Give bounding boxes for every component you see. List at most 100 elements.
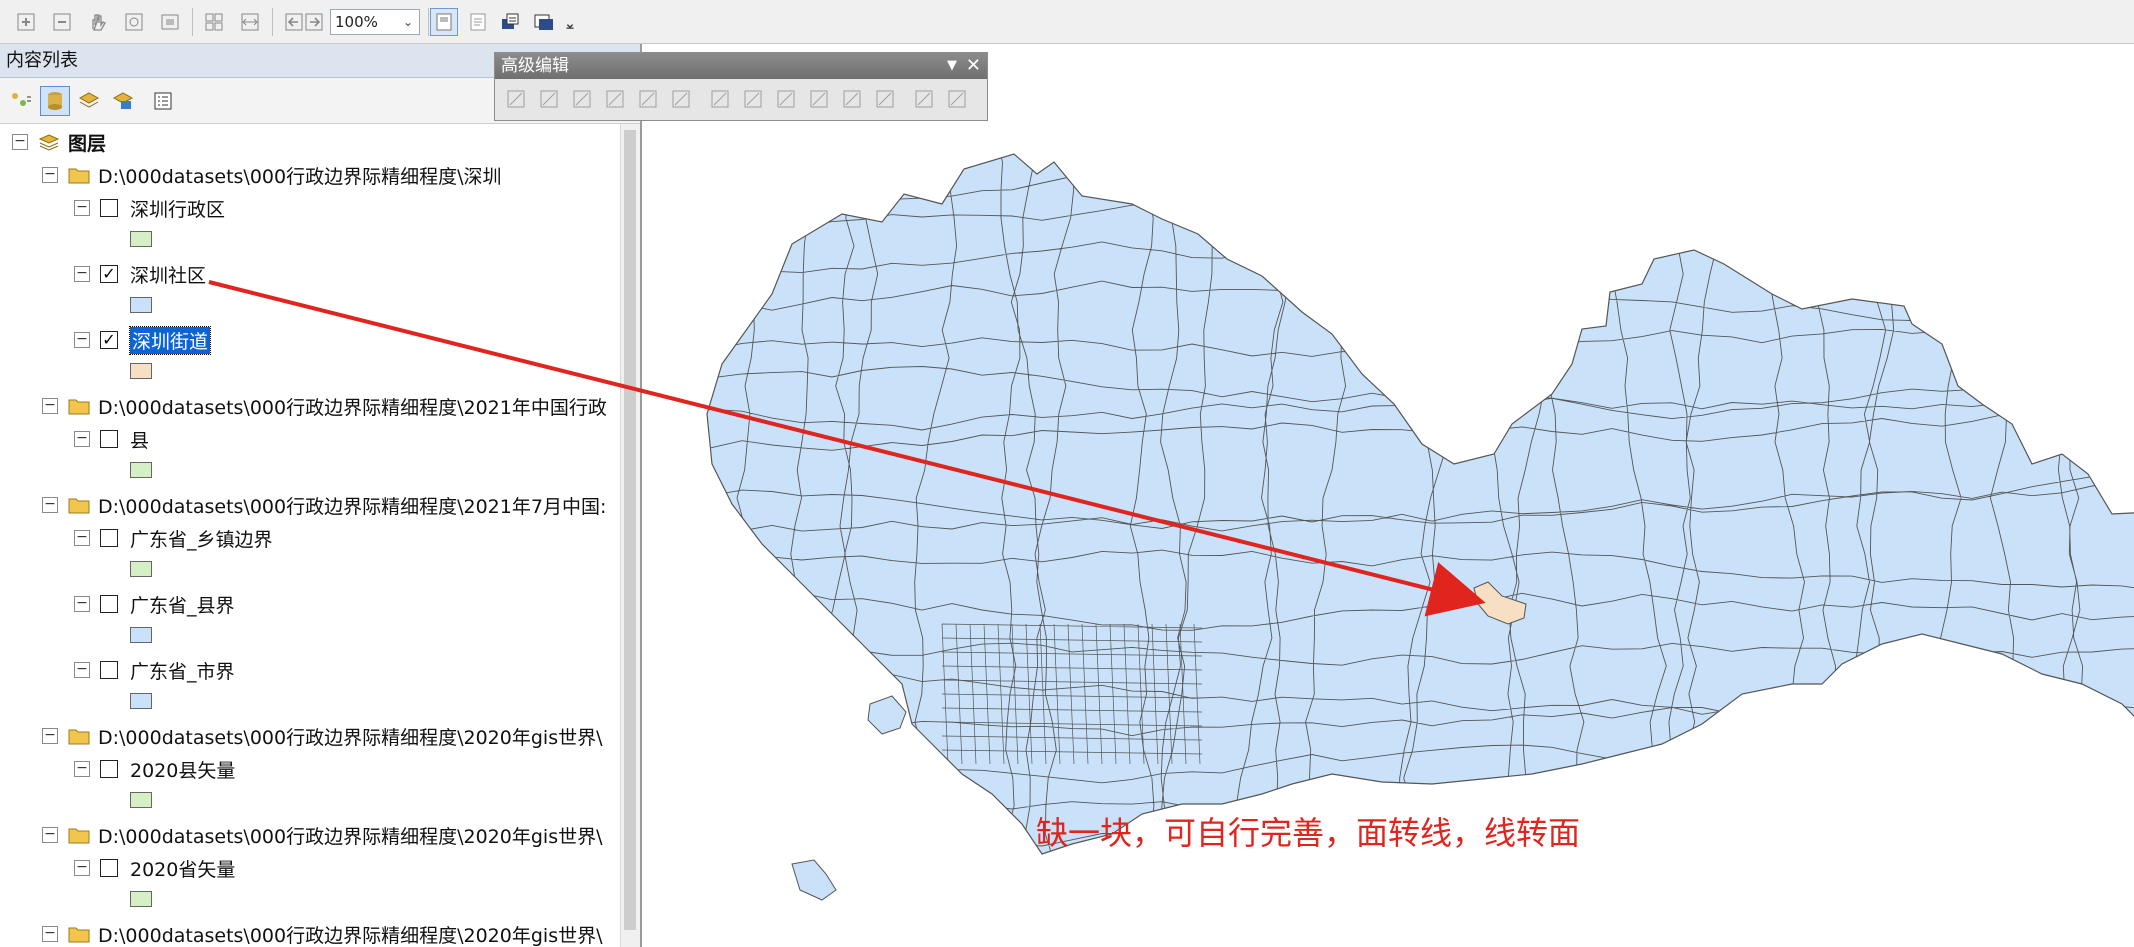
list-by-selection-icon[interactable] [108, 86, 138, 116]
layer-symbol-swatch[interactable] [130, 297, 152, 313]
layout-view-icon[interactable] [430, 8, 458, 36]
layer-name-label[interactable]: 县 [130, 426, 149, 453]
layer-row[interactable]: − ✓ 深圳社区 [74, 260, 206, 288]
layer-group-row[interactable]: − D:\000datasets\000行政边界际精细程度\2021年中国行政 [42, 392, 607, 420]
collapse-icon[interactable]: − [42, 827, 58, 843]
fixed-extent-icon[interactable] [156, 8, 184, 36]
collapse-icon[interactable]: − [74, 200, 90, 216]
list-by-source-icon[interactable] [40, 86, 70, 116]
collapse-icon[interactable]: − [74, 332, 90, 348]
layer-name-label[interactable]: 深圳行政区 [130, 195, 225, 222]
layer-symbol-swatch[interactable] [130, 231, 152, 247]
collapse-icon[interactable]: − [42, 497, 58, 513]
trim-icon[interactable] [602, 86, 628, 112]
layer-visibility-checkbox[interactable] [100, 199, 118, 217]
collapse-icon[interactable]: − [74, 596, 90, 612]
layer-row[interactable]: − 广东省_市界 [74, 656, 235, 684]
layer-name-label[interactable]: 广东省_市界 [130, 657, 235, 684]
folder-icon [68, 927, 90, 943]
toc-scrollbar[interactable] [620, 124, 640, 947]
layer-visibility-checkbox[interactable] [100, 430, 118, 448]
layer-row[interactable]: − 县 [74, 425, 149, 453]
collapse-icon[interactable]: − [42, 728, 58, 744]
close-icon[interactable]: ✕ [966, 53, 981, 79]
layer-visibility-checkbox[interactable] [100, 595, 118, 613]
line-intersection-icon[interactable] [635, 86, 661, 112]
toolbar-menu-icon[interactable]: ▼ [947, 53, 957, 79]
refresh-icon[interactable] [496, 8, 524, 36]
full-extent-icon[interactable] [120, 8, 148, 36]
layer-group-row[interactable]: − D:\000datasets\000行政边界际精细程度\2020年gis世界\ [42, 821, 603, 849]
explode-icon[interactable] [668, 86, 694, 112]
options-icon[interactable] [148, 86, 178, 116]
list-by-drawing-order-icon[interactable] [6, 86, 36, 116]
toolbar-overflow-icon[interactable] [562, 8, 578, 36]
scrollbar-thumb[interactable] [624, 130, 636, 930]
zoom-in-fixed-icon[interactable] [12, 8, 40, 36]
list-by-visibility-icon[interactable] [74, 86, 104, 116]
layer-name-label[interactable]: 2020省矢量 [130, 855, 235, 882]
layer-row[interactable]: − 广东省_乡镇边界 [74, 524, 273, 552]
root-layers-row[interactable]: − 图层 [12, 128, 106, 156]
collapse-icon[interactable]: − [74, 860, 90, 876]
layer-name-label[interactable]: 深圳街道 [128, 325, 212, 355]
copy-features-icon[interactable] [503, 86, 529, 112]
collapse-icon[interactable]: − [12, 134, 28, 150]
collapse-icon[interactable]: − [74, 761, 90, 777]
collapse-icon[interactable]: − [42, 167, 58, 183]
layer-symbol-swatch[interactable] [130, 561, 152, 577]
fit-page-icon[interactable] [200, 8, 228, 36]
generalize-icon[interactable] [707, 86, 733, 112]
zoom-out-fixed-icon[interactable] [48, 8, 76, 36]
layer-visibility-checkbox[interactable]: ✓ [100, 265, 118, 283]
layer-row[interactable]: − ✓ 深圳街道 [74, 325, 212, 355]
distribute-icon[interactable] [839, 86, 865, 112]
chevron-down-icon[interactable]: ⌄ [399, 10, 417, 34]
layer-visibility-checkbox[interactable] [100, 859, 118, 877]
construct-features-icon[interactable] [944, 86, 970, 112]
collapse-icon[interactable]: − [74, 530, 90, 546]
layer-group-row[interactable]: − D:\000datasets\000行政边界际精细程度\2020年gis世界\ [42, 920, 603, 947]
pan-icon[interactable] [84, 8, 112, 36]
advanced-editing-toolbar[interactable]: 高级编辑 ▼ ✕ [494, 52, 988, 121]
layer-name-label[interactable]: 深圳社区 [130, 261, 206, 288]
toolbar-titlebar[interactable]: 高级编辑 ▼ ✕ [495, 53, 987, 79]
layer-group-row[interactable]: − D:\000datasets\000行政边界际精细程度\深圳 [42, 161, 502, 189]
layer-visibility-checkbox[interactable] [100, 529, 118, 547]
collapse-icon[interactable]: − [42, 926, 58, 942]
layer-symbol-swatch[interactable] [130, 891, 152, 907]
layer-group-row[interactable]: − D:\000datasets\000行政边界际精细程度\2021年7月中国: [42, 491, 606, 519]
collapse-icon[interactable]: − [42, 398, 58, 414]
layer-row[interactable]: − 广东省_县界 [74, 590, 235, 618]
collapse-icon[interactable]: − [74, 431, 90, 447]
layer-name-label[interactable]: 广东省_乡镇边界 [130, 525, 273, 552]
layer-row[interactable]: − 2020省矢量 [74, 854, 235, 882]
split-polygon-icon[interactable] [911, 86, 937, 112]
layer-symbol-swatch[interactable] [130, 792, 152, 808]
layer-symbol-swatch[interactable] [130, 363, 152, 379]
layer-row[interactable]: − 2020县矢量 [74, 755, 235, 783]
fit-width-icon[interactable] [236, 8, 264, 36]
layer-symbol-swatch[interactable] [130, 693, 152, 709]
layer-name-label[interactable]: 2020县矢量 [130, 756, 235, 783]
layer-visibility-checkbox[interactable]: ✓ [100, 331, 118, 349]
layer-visibility-checkbox[interactable] [100, 760, 118, 778]
align-edge-icon[interactable] [806, 86, 832, 112]
rotate-icon[interactable] [773, 86, 799, 112]
layer-row[interactable]: − 深圳行政区 [74, 194, 225, 222]
extend-icon[interactable] [569, 86, 595, 112]
collapse-icon[interactable]: − [74, 266, 90, 282]
data-view-icon[interactable] [464, 8, 492, 36]
layer-visibility-checkbox[interactable] [100, 661, 118, 679]
build-polygon-icon[interactable] [872, 86, 898, 112]
collapse-icon[interactable]: − [74, 662, 90, 678]
smooth-icon[interactable] [740, 86, 766, 112]
layer-symbol-swatch[interactable] [130, 627, 152, 643]
layer-group-row[interactable]: − D:\000datasets\000行政边界际精细程度\2020年gis世界\ [42, 722, 603, 750]
zoom-select[interactable]: 100% ⌄ [330, 9, 420, 35]
print-preview-icon[interactable] [530, 8, 558, 36]
go-forward-icon[interactable] [300, 8, 328, 36]
layer-name-label[interactable]: 广东省_县界 [130, 591, 235, 618]
fillet-icon[interactable] [536, 86, 562, 112]
layer-symbol-swatch[interactable] [130, 462, 152, 478]
